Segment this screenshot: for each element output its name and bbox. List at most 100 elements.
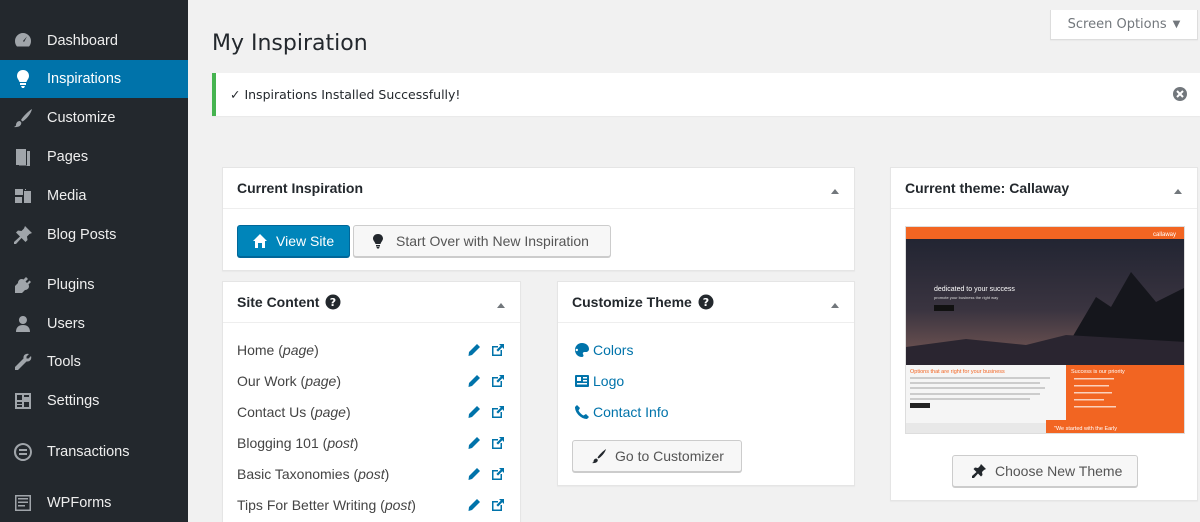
site-content-panel: Site Content ? Home (page) Our Work (page… (222, 281, 521, 522)
content-row-label: Basic Taxonomies (post) (237, 466, 390, 482)
panel-title: Customize Theme (572, 294, 692, 310)
external-link-icon[interactable] (491, 467, 505, 481)
external-link-icon[interactable] (491, 405, 505, 419)
edit-pencil-icon[interactable] (467, 374, 481, 388)
notice-text: ✓ Inspirations Installed Successfully! (230, 87, 461, 102)
help-icon[interactable]: ? (698, 294, 714, 310)
preview-hero-heading: dedicated to your success (934, 286, 1015, 293)
paintbrush-icon (13, 108, 33, 128)
sidebar-item-pages[interactable]: Pages (0, 138, 188, 176)
admin-sidebar: Dashboard Inspirations Customize Pages Media… (0, 0, 188, 522)
edit-pencil-icon[interactable] (467, 436, 481, 450)
preview-banner: "We started with the Early (1054, 426, 1117, 432)
go-to-customizer-button[interactable]: Go to Customizer (572, 440, 742, 472)
content-row-label: Home (page) (237, 342, 319, 358)
sidebar-item-label: WPForms (47, 495, 112, 511)
content-row-label: Our Work (page) (237, 373, 342, 389)
sidebar-item-label: Users (47, 316, 85, 332)
choose-new-theme-label: Choose New Theme (995, 463, 1123, 479)
current-theme-panel: Current theme: Callaway callaway dedicat… (890, 167, 1198, 501)
sidebar-item-label: Inspirations (47, 71, 122, 87)
phone-icon (575, 405, 589, 419)
wpforms-icon (13, 493, 33, 513)
sidebar-item-transactions[interactable]: Transactions (0, 433, 188, 471)
colors-label: Colors (593, 342, 634, 358)
content-name: Our Work (237, 373, 297, 389)
go-to-customizer-label: Go to Customizer (615, 448, 724, 464)
row-actions (467, 405, 505, 419)
external-link-icon[interactable] (491, 343, 505, 357)
sidebar-item-label: Pages (47, 149, 89, 165)
content-name: Home (237, 342, 275, 358)
content-name: Blogging 101 (237, 435, 319, 451)
help-icon[interactable]: ? (325, 294, 341, 310)
screen-options-label: Screen Options (1067, 17, 1167, 32)
pages-icon (13, 147, 33, 167)
transactions-icon (13, 442, 33, 462)
sidebar-item-settings[interactable]: Settings (0, 382, 188, 420)
view-site-button[interactable]: View Site (237, 225, 350, 257)
start-over-button[interactable]: Start Over with New Inspiration (353, 225, 611, 257)
sidebar-item-dashboard[interactable]: Dashboard (0, 22, 188, 60)
sidebar-item-plugins[interactable]: Plugins (0, 266, 188, 304)
external-link-icon[interactable] (491, 498, 505, 512)
dismiss-icon[interactable] (1172, 86, 1188, 102)
content-name: Basic Taxonomies (237, 466, 350, 482)
collapse-arrow-icon[interactable] (830, 297, 840, 308)
collapse-arrow-icon[interactable] (496, 297, 506, 308)
collapse-arrow-icon[interactable] (830, 183, 840, 194)
panel-header: Current theme: Callaway (891, 168, 1197, 209)
logo-label: Logo (593, 373, 625, 389)
preview-brand: callaway (1153, 232, 1176, 238)
start-over-label: Start Over with New Inspiration (396, 233, 589, 249)
content-type: page (314, 404, 346, 420)
svg-text:?: ? (703, 296, 709, 309)
customize-colors-link[interactable]: Colors (574, 340, 633, 360)
view-site-label: View Site (276, 233, 335, 249)
success-notice: ✓ Inspirations Installed Successfully! (212, 73, 1200, 116)
row-actions (467, 436, 505, 450)
preview-right-heading: Success is our priority (1071, 369, 1125, 375)
sidebar-item-media[interactable]: Media (0, 177, 188, 215)
row-actions (467, 467, 505, 481)
edit-pencil-icon[interactable] (467, 467, 481, 481)
theme-preview-image: callaway dedicated to your success promo… (906, 227, 1184, 433)
content-row: Basic Taxonomies (post) (237, 464, 505, 484)
content-name: Tips For Better Writing (237, 497, 377, 513)
collapse-arrow-icon[interactable] (1173, 183, 1183, 194)
panel-header: Customize Theme ? (558, 282, 854, 323)
sidebar-item-inspirations[interactable]: Inspirations (0, 60, 188, 98)
sidebar-item-users[interactable]: Users (0, 305, 188, 343)
external-link-icon[interactable] (491, 374, 505, 388)
sidebar-item-customize[interactable]: Customize (0, 99, 188, 137)
content-name: Contact Us (237, 404, 307, 420)
home-icon (253, 234, 267, 248)
sidebar-item-label: Customize (47, 110, 116, 126)
theme-screenshot[interactable]: callaway dedicated to your success promo… (905, 226, 1185, 434)
panel-title: Site Content (237, 294, 320, 310)
pushpin-icon (13, 225, 33, 245)
content-row-label: Contact Us (page) (237, 404, 351, 420)
content-row-label: Tips For Better Writing (post) (237, 497, 416, 513)
panel-header: Site Content ? (223, 282, 520, 323)
content-row-label: Blogging 101 (post) (237, 435, 359, 451)
customize-logo-link[interactable]: Logo (574, 371, 624, 391)
sidebar-item-label: Blog Posts (47, 227, 117, 243)
content-row: Contact Us (page) (237, 402, 505, 422)
choose-new-theme-button[interactable]: Choose New Theme (952, 455, 1138, 487)
edit-pencil-icon[interactable] (467, 343, 481, 357)
edit-pencil-icon[interactable] (467, 405, 481, 419)
users-icon (13, 314, 33, 334)
sidebar-item-blog-posts[interactable]: Blog Posts (0, 216, 188, 254)
sidebar-item-tools[interactable]: Tools (0, 343, 188, 381)
sidebar-item-label: Tools (47, 354, 81, 370)
svg-text:?: ? (330, 296, 336, 309)
panel-title: Current Inspiration (237, 180, 364, 196)
customize-contact-link[interactable]: Contact Info (574, 402, 669, 422)
screen-options-button[interactable]: Screen Options ▼ (1050, 10, 1198, 40)
external-link-icon[interactable] (491, 436, 505, 450)
wrench-icon (13, 352, 33, 372)
sidebar-item-wpforms[interactable]: WPForms (0, 484, 188, 522)
edit-pencil-icon[interactable] (467, 498, 481, 512)
content-type: page (282, 342, 315, 358)
